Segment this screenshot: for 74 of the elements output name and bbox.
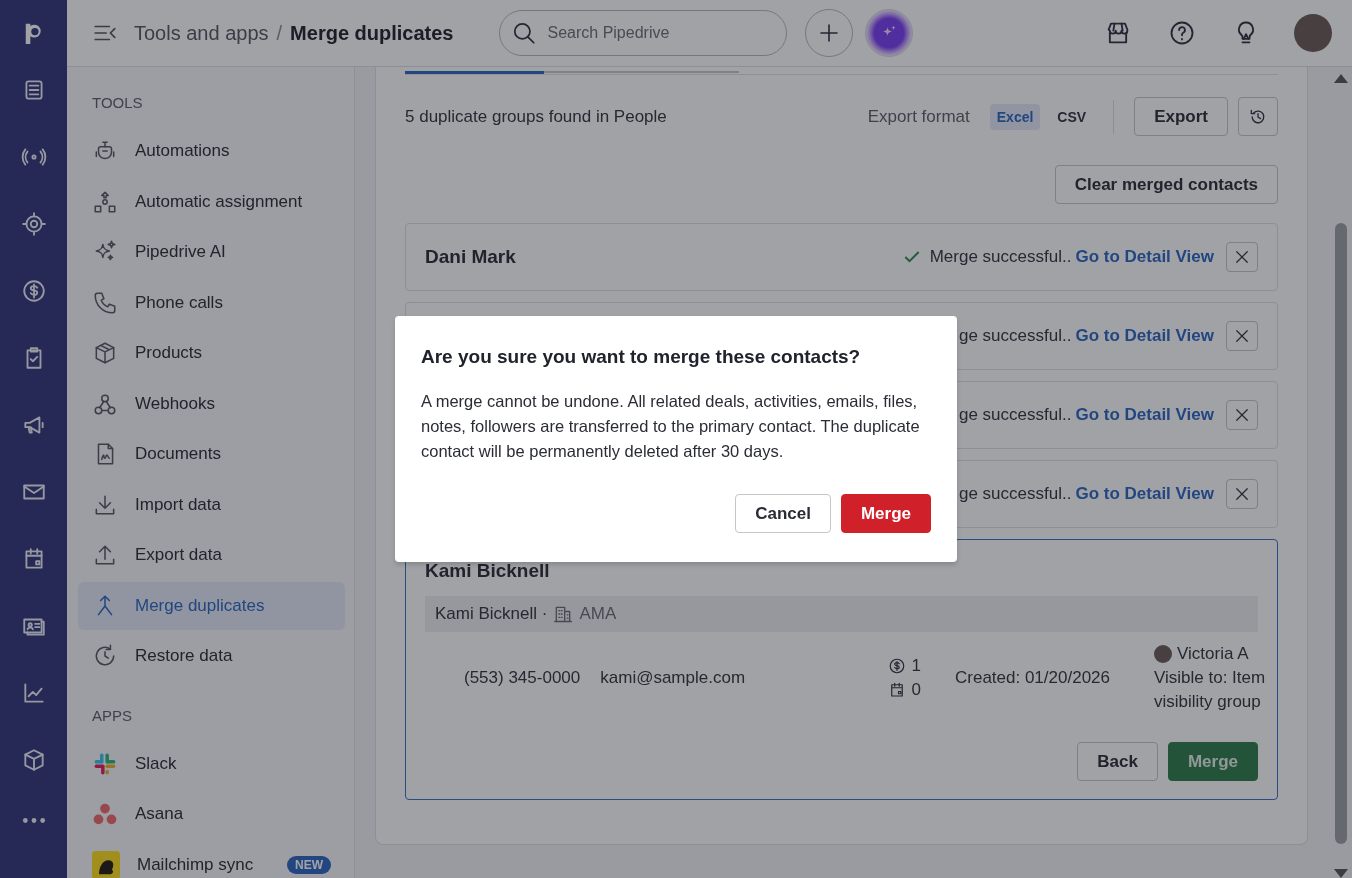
sidebar-item[interactable]: Phone calls xyxy=(78,278,345,327)
close-button[interactable] xyxy=(1226,400,1258,430)
sidebar-item[interactable]: Pipedrive AI xyxy=(78,228,345,276)
building-icon xyxy=(553,604,574,624)
close-button[interactable] xyxy=(1226,321,1258,351)
detail-view-link[interactable]: Go to Detail View xyxy=(1075,405,1214,425)
sidebar-item[interactable]: Automations xyxy=(78,127,345,175)
visibility-text: visibility group xyxy=(1154,692,1262,712)
search-field[interactable]: Search Pipedrive xyxy=(498,10,787,56)
new-badge: NEW xyxy=(287,855,331,874)
status-text: ge successful.. xyxy=(959,326,1072,346)
export-button[interactable]: Export xyxy=(1134,97,1228,136)
status-text: ge successful.. xyxy=(959,484,1072,504)
add-button[interactable] xyxy=(804,9,853,57)
clear-merged-button[interactable]: Clear merged contacts xyxy=(1054,165,1278,204)
created-date: Created: 01/20/2026 xyxy=(955,668,1110,688)
detail-view-link[interactable]: Go to Detail View xyxy=(1075,484,1214,504)
visibility-text: Visible to: Item xyxy=(1154,668,1267,688)
breadcrumb-separator: / xyxy=(276,21,283,45)
export-format-label: Export format xyxy=(867,106,970,127)
sidebar-item[interactable]: Slack xyxy=(78,739,345,788)
dollar-icon xyxy=(887,657,906,675)
close-icon xyxy=(1233,485,1251,503)
page-title: Merge duplicates xyxy=(290,21,454,45)
detail-view-link[interactable]: Go to Detail View xyxy=(1075,326,1214,346)
email-text: kami@sample.com xyxy=(600,668,746,688)
section-heading: APPS xyxy=(91,705,134,726)
back-button[interactable]: Back xyxy=(1077,742,1158,781)
group-name: Dani Mark xyxy=(425,246,516,268)
close-button[interactable] xyxy=(1226,242,1258,272)
summary-text: 5 duplicate groups found in People xyxy=(405,106,667,127)
sidebar-item[interactable]: Automatic assignment xyxy=(78,177,345,226)
sidebar-item[interactable]: Webhooks xyxy=(78,379,345,428)
cancel-button[interactable]: Cancel xyxy=(735,494,831,533)
status-text: ge successful.. xyxy=(959,405,1072,425)
phone-text: (553) 345-0000 xyxy=(464,668,581,688)
breadcrumb-link[interactable]: Tools and apps xyxy=(134,21,269,45)
sidebar-item[interactable]: Restore data xyxy=(78,632,345,680)
format-option[interactable]: Excel xyxy=(989,103,1041,130)
merge-button[interactable]: Merge xyxy=(840,494,931,533)
ai-assistant-button[interactable] xyxy=(864,9,913,57)
dialog-title: Are you sure you want to merge these contacts? xyxy=(421,346,862,368)
sidebar-item[interactable]: Mailchimp sync NEW xyxy=(78,840,345,878)
close-button[interactable] xyxy=(1226,479,1258,509)
sidebar-item[interactable]: Import data xyxy=(78,480,345,529)
help-icon[interactable] xyxy=(1168,19,1196,47)
phone-icon xyxy=(92,289,118,316)
three-dots-icon xyxy=(92,801,118,827)
activity-count: 0 xyxy=(911,680,921,700)
close-icon xyxy=(1233,248,1251,266)
sidebar-item[interactable]: Export data xyxy=(78,531,345,579)
organization-name: AMA xyxy=(579,604,617,624)
sidebar-item[interactable]: Asana xyxy=(78,790,345,838)
sidebar-item[interactable]: Documents xyxy=(78,430,345,478)
dialog-message: A merge cannot be undone. All related deals, activities, emails, files, notes, followers are transferred to the primary contact. The duplicate contact will be permanently deleted after 30 days. xyxy=(421,391,921,462)
user-avatar[interactable] xyxy=(1294,14,1332,52)
group-name: Kami Bicknell xyxy=(425,560,551,582)
target-icon[interactable] xyxy=(20,211,47,237)
contact-name: Kami Bicknell · xyxy=(435,604,548,624)
history-button[interactable] xyxy=(1238,97,1278,136)
more-icon[interactable] xyxy=(20,816,47,825)
dollar-icon[interactable] xyxy=(20,278,47,304)
owner-avatar xyxy=(1154,645,1172,663)
close-icon xyxy=(1233,406,1251,424)
sidebar-item[interactable]: Products xyxy=(78,329,345,377)
owner-name: Victoria A xyxy=(1177,644,1249,664)
close-icon xyxy=(1233,327,1251,345)
status-text: Merge successful.. xyxy=(929,247,1072,267)
format-option[interactable]: CSV xyxy=(1050,103,1094,130)
section-heading: TOOLS xyxy=(91,93,144,113)
deal-count: 1 xyxy=(911,656,921,676)
detail-view-link[interactable]: Go to Detail View xyxy=(1075,247,1214,267)
sidebar-item[interactable]: Merge duplicates xyxy=(78,581,345,630)
merge-button[interactable]: Merge xyxy=(1167,742,1258,781)
